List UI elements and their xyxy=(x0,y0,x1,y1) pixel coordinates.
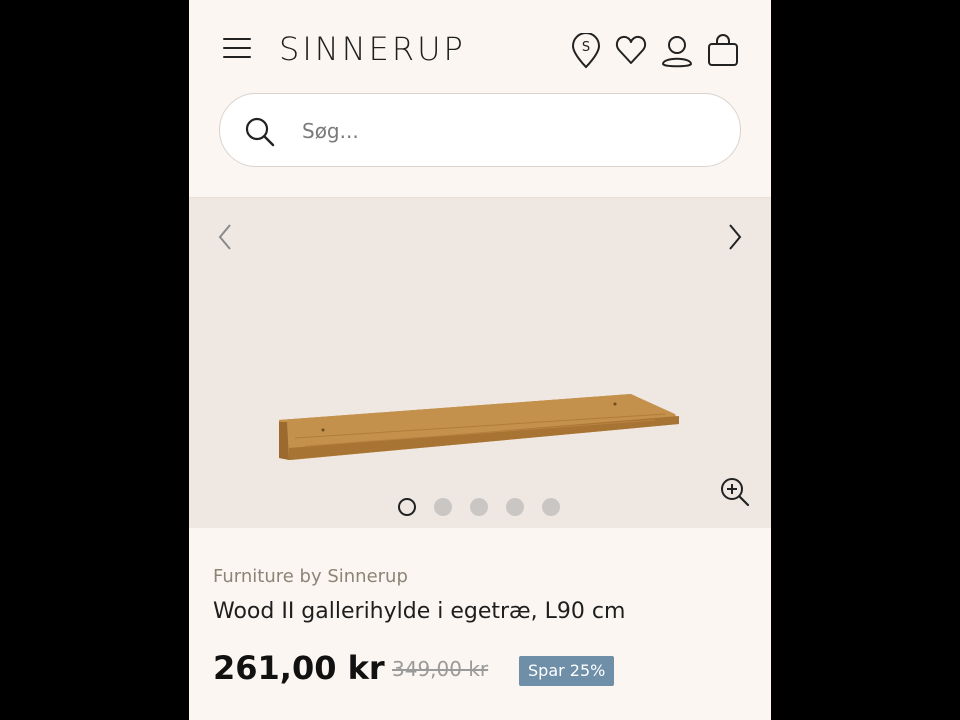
menu-icon xyxy=(223,38,251,40)
gallery-pagination xyxy=(398,498,560,518)
search-icon xyxy=(245,117,275,147)
chevron-left-icon xyxy=(218,224,231,250)
discount-badge: Spar 25% xyxy=(519,656,615,686)
gallery-next-button[interactable] xyxy=(721,222,747,252)
store-locator-button[interactable]: S xyxy=(569,32,603,69)
product-image[interactable] xyxy=(275,394,685,464)
zoom-in-icon[interactable] xyxy=(719,476,751,508)
search-input[interactable] xyxy=(302,112,702,150)
chevron-right-icon xyxy=(729,224,742,250)
gallery-dot[interactable] xyxy=(434,498,452,516)
site-logo[interactable]: SINNERUP xyxy=(279,30,466,68)
menu-button[interactable] xyxy=(223,38,251,64)
product-gallery xyxy=(189,197,771,528)
gallery-dot[interactable] xyxy=(506,498,524,516)
search-bar[interactable] xyxy=(219,93,741,167)
product-brand[interactable]: Furniture by Sinnerup xyxy=(213,566,408,587)
bag-icon xyxy=(708,34,738,66)
site-header: SINNERUP S xyxy=(189,0,771,100)
account-button[interactable] xyxy=(660,33,694,69)
product-old-price: 349,00 kr xyxy=(392,657,489,681)
gallery-dot[interactable] xyxy=(470,498,488,516)
gallery-dot[interactable] xyxy=(542,498,560,516)
gallery-dot[interactable] xyxy=(398,498,416,516)
product-title: Wood II gallerihylde i egetræ, L90 cm xyxy=(213,599,626,624)
page: SINNERUP S Søg... Furniture by Sinnerup … xyxy=(189,0,771,720)
gallery-prev-button[interactable] xyxy=(213,222,239,252)
product-price: 261,00 kr xyxy=(213,649,385,687)
cart-button[interactable] xyxy=(706,33,740,69)
user-icon xyxy=(661,36,693,68)
svg-text:S: S xyxy=(582,40,590,55)
heart-icon xyxy=(615,35,647,64)
wishlist-button[interactable] xyxy=(614,33,648,69)
store-locator-icon: S xyxy=(571,32,601,69)
